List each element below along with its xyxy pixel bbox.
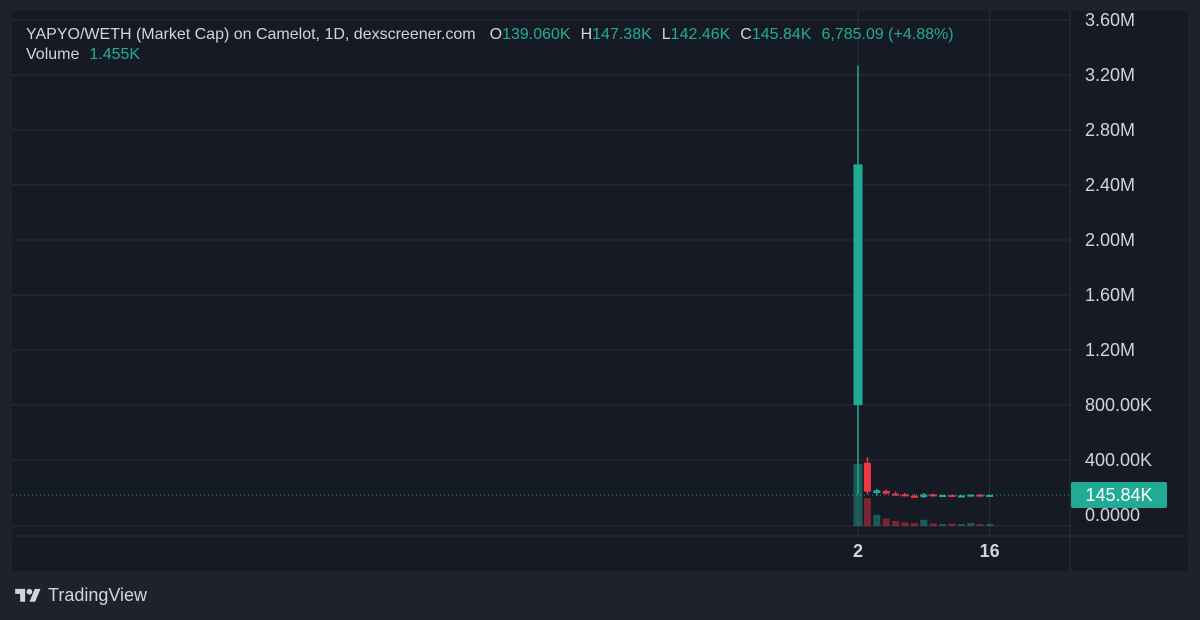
volume-bar (986, 524, 994, 526)
volume-bar (948, 523, 956, 526)
volume-bar (892, 521, 900, 526)
candle-body (853, 164, 863, 405)
y-tick-label: 2.80M (1085, 120, 1135, 140)
current-price-label: 145.84K (1085, 485, 1152, 505)
candlestick-chart[interactable]: 3.60M 3.20M 2.80M 2.40M 2.00M 1.60M 1.20M 800.0… (12, 11, 1188, 571)
y-tick-label: 1.20M (1085, 340, 1135, 360)
volume-value: 1.455K (89, 46, 141, 63)
legend-title: YAPYO/WETH (Market Cap) on Camelot, 1D, … (26, 26, 476, 43)
candle-body (892, 493, 900, 496)
close-label: C (740, 26, 752, 43)
y-tick-label: 3.60M (1085, 11, 1135, 30)
volume-bar (957, 524, 965, 526)
y-tick-label: 800.00K (1085, 395, 1152, 415)
candle-body (929, 494, 937, 497)
candle-body (957, 495, 965, 498)
volume-label: Volume (26, 46, 80, 63)
chart-panel[interactable]: 3.60M 3.20M 2.80M 2.40M 2.00M 1.60M 1.20M 800.0… (12, 11, 1188, 571)
y-tick-label: 2.00M (1085, 230, 1135, 250)
x-tick-label: 16 (980, 541, 1000, 561)
chart-legend: YAPYO/WETH (Market Cap) on Camelot, 1D, … (26, 25, 954, 65)
volume-bar (976, 524, 984, 526)
y-tick-label: 3.20M (1085, 65, 1135, 85)
x-tick-label: 2 (853, 541, 863, 561)
y-tick-label: 400.00K (1085, 450, 1152, 470)
tradingview-logo-icon (15, 588, 41, 602)
high-label: H (580, 26, 593, 43)
y-tick-label: 2.40M (1085, 175, 1135, 195)
low-value: 142.46K (670, 26, 731, 43)
candle-body (882, 490, 890, 494)
candle-body (920, 494, 928, 498)
volume-bar (939, 524, 947, 526)
high-value: 147.38K (592, 26, 652, 43)
volume-bar (882, 518, 890, 526)
legend-ohlc-row: YAPYO/WETH (Market Cap) on Camelot, 1D, … (26, 25, 954, 45)
close-value: 145.84K (751, 26, 812, 43)
volume-bar (929, 523, 937, 526)
candle-body (863, 462, 871, 492)
volume-bar (873, 514, 881, 526)
y-tick-label: 1.60M (1085, 285, 1135, 305)
open-label: O (489, 26, 503, 43)
open-value: 139.060K (502, 26, 571, 43)
volume-bar (863, 498, 871, 526)
volume-bar (967, 522, 975, 526)
candle-body (910, 495, 918, 498)
brand-name: TradingView (48, 585, 148, 605)
change-value: 6,785.09 (+4.88%) (821, 26, 954, 43)
low-label: L (661, 26, 671, 43)
legend-volume-row: Volume 1.455K (26, 45, 954, 65)
volume-bar (910, 522, 918, 526)
volume-bar (920, 519, 928, 526)
y-tick-label: 0.0000 (1085, 505, 1140, 525)
tradingview-branding[interactable]: TradingView (14, 585, 147, 606)
candle-body (873, 490, 881, 493)
volume-bar (901, 522, 909, 526)
